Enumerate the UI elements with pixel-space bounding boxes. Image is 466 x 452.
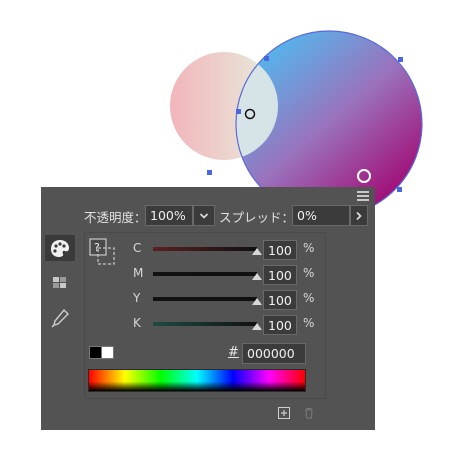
chevron-down-icon xyxy=(199,212,209,219)
slider-thumb-m[interactable] xyxy=(252,273,262,280)
panel-menu-icon[interactable] xyxy=(357,191,369,201)
channel-label-y: Y xyxy=(133,291,141,305)
channel-value-y[interactable]: 100 xyxy=(263,290,297,310)
channel-slider-y[interactable] xyxy=(153,297,257,301)
hex-field[interactable]: 000000 xyxy=(242,343,306,364)
opacity-dropdown-button[interactable] xyxy=(193,205,215,226)
channel-slider-c[interactable] xyxy=(153,247,257,251)
channel-label-k: K xyxy=(133,316,141,330)
swatches-icon[interactable] xyxy=(45,270,75,296)
unknown-fill-glyph: ? xyxy=(94,241,100,254)
trash-icon[interactable] xyxy=(303,407,315,419)
add-swatch-icon[interactable] xyxy=(278,407,290,419)
channel-value-k[interactable]: 100 xyxy=(263,315,297,335)
anchor-point-left[interactable] xyxy=(236,109,241,114)
slider-thumb-c[interactable] xyxy=(252,248,262,255)
anchor-point-bottom-left[interactable] xyxy=(207,170,212,175)
channel-slider-m[interactable] xyxy=(153,272,257,276)
channel-unit-k: % xyxy=(303,316,315,330)
hex-hash-label: # xyxy=(228,345,239,360)
opacity-label: 不透明度： xyxy=(84,210,147,225)
spread-label: スプレッド： xyxy=(219,210,295,225)
anchor-point-bottom-right[interactable] xyxy=(397,187,402,192)
channel-label-m: M xyxy=(133,266,144,280)
white-swatch[interactable] xyxy=(101,346,114,359)
unknown-color-swap-icon[interactable]: ? xyxy=(88,237,122,267)
anchor-point-right[interactable] xyxy=(398,57,403,62)
channel-value-m[interactable]: 100 xyxy=(263,265,297,285)
opacity-field[interactable]: 100% xyxy=(145,205,193,226)
palette-icon[interactable] xyxy=(45,235,75,261)
gradient-origin-handle[interactable] xyxy=(244,108,256,120)
channel-label-c: C xyxy=(133,241,142,255)
channel-slider-k[interactable] xyxy=(153,322,257,326)
color-spectrum-bar[interactable] xyxy=(88,369,306,392)
channel-unit-m: % xyxy=(303,266,315,280)
spread-field[interactable]: 0% xyxy=(292,205,350,226)
chevron-right-icon xyxy=(356,211,362,220)
color-panel: 不透明度： 100% スプレッド： 0% ? C 100 % M 100 % Y… xyxy=(41,187,375,430)
slider-thumb-k[interactable] xyxy=(252,323,262,330)
slider-thumb-y[interactable] xyxy=(252,298,262,305)
channel-value-c[interactable]: 100 xyxy=(263,240,297,260)
channel-unit-c: % xyxy=(303,241,315,255)
anchor-point-top[interactable] xyxy=(264,56,269,61)
channel-unit-y: % xyxy=(303,291,315,305)
eyedropper-icon[interactable] xyxy=(45,305,75,331)
spread-stepper-button[interactable] xyxy=(350,205,368,226)
